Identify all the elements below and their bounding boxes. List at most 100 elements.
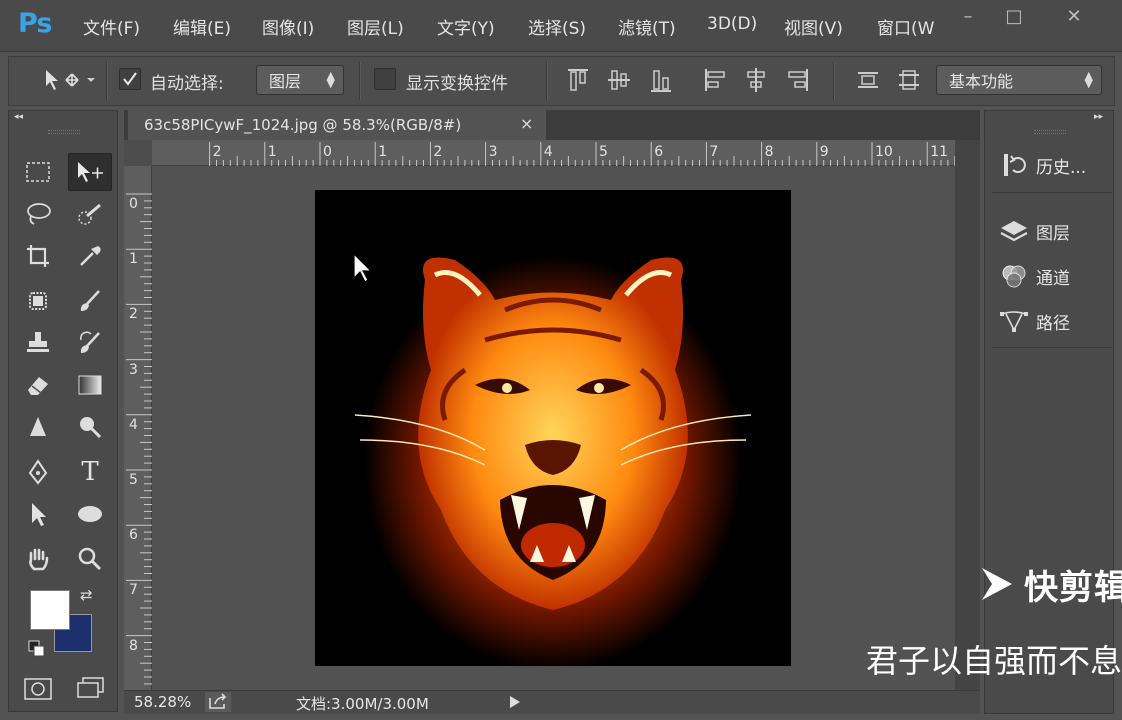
menu-edit[interactable]: 编辑(E) [173,14,231,39]
sharpen-icon [30,417,46,436]
ruler-origin[interactable] [124,140,152,166]
brush-tool[interactable] [68,282,112,320]
ellipse-icon [78,506,102,522]
stamp-icon [27,332,49,352]
minimize-button[interactable]: – [946,4,990,28]
menu-type[interactable]: 文字(Y) [437,14,495,39]
marquee-tool[interactable] [16,153,60,191]
pen-tool[interactable] [16,453,60,491]
move-tool-icon [78,162,103,182]
ruler-top-label: 4 [543,144,553,160]
workspace-value: 基本功能 [949,72,1014,91]
menu-3d[interactable]: 3D(D) [707,14,757,34]
menu-view[interactable]: 视图(V) [784,14,843,39]
history-brush-icon [79,331,100,353]
align-bottom-icon[interactable] [648,66,674,94]
app-logo: Ps [18,8,52,39]
ruler-top-label: 9 [819,144,829,160]
collapse-panels-icon[interactable]: ▸▸ [1094,112,1103,122]
ruler-top-label: 6 [654,144,664,160]
panel-paths[interactable]: 路径 [992,302,1112,340]
close-button[interactable]: ✕ [1052,4,1096,28]
ruler-left-label: 4 [129,416,138,433]
panel-channels[interactable]: 通道 [992,257,1112,295]
panel-layers[interactable]: 图层 [992,212,1112,250]
quick-mask-icon[interactable] [24,678,52,704]
marquee-icon [26,162,50,182]
dodge-icon [80,417,102,439]
type-tool[interactable]: T [68,453,112,491]
menu-window[interactable]: 窗口(W [877,14,939,39]
dropdown-arrows-icon: ▲ ▼ [326,69,335,90]
crop-tool[interactable] [16,237,60,275]
hand-icon [29,548,49,571]
align-vcenter-icon[interactable] [606,66,632,94]
distribute-vcenter-icon[interactable] [896,66,922,94]
dodge-tool[interactable] [68,408,112,446]
menu-select[interactable]: 选择(S) [528,14,586,39]
ruler-left-label: 2 [129,306,138,323]
align-right-icon[interactable] [785,66,811,94]
status-bar [124,690,980,714]
ruler-top-label: 2 [433,144,443,160]
auto-select-target-dropdown[interactable]: 图层 ▲ ▼ [256,65,344,95]
brush-icon [80,290,100,311]
menu-layer[interactable]: 图层(L) [347,14,404,39]
mouse-cursor-icon [352,252,374,288]
swap-colors-icon[interactable]: ⇄ [80,586,93,604]
sharpen-tool[interactable] [16,408,60,446]
stamp-tool[interactable] [16,324,60,362]
panel-grip[interactable] [1034,130,1066,134]
healing-tool[interactable] [16,282,60,320]
screen-mode-icon[interactable] [76,676,106,704]
layers-icon [1000,221,1028,242]
foreground-color-swatch[interactable] [30,590,70,630]
status-menu-arrow-icon[interactable] [510,696,520,708]
menu-file[interactable]: 文件(F) [83,14,140,39]
gradient-tool[interactable] [68,366,112,404]
move-tool[interactable] [68,153,112,191]
panel-paths-label: 路径 [1036,313,1070,334]
paths-icon [1000,311,1028,332]
eyedropper-icon [80,246,101,266]
hand-tool[interactable] [16,540,60,578]
show-transform-label: 显示变换控件 [406,74,508,94]
eyedropper-tool[interactable] [68,237,112,275]
zoom-tool[interactable] [68,540,112,578]
share-icon[interactable] [205,692,231,712]
path-select-tool[interactable] [16,495,60,533]
quick-select-icon [78,203,101,225]
document-tab[interactable]: 63c58PICywF_1024.jpg @ 58.3%(RGB/8#) [128,110,546,140]
workspace-dropdown[interactable]: 基本功能 ▲ ▼ [936,65,1102,95]
ruler-top-label: 3 [488,144,498,160]
show-transform-checkbox[interactable] [374,68,396,90]
quick-select-tool[interactable] [68,195,112,233]
toolbox-grip[interactable] [48,130,80,134]
menu-filter[interactable]: 滤镜(T) [618,14,676,39]
align-left-icon[interactable] [702,66,728,94]
pen-icon [28,459,48,485]
panel-layers-label: 图层 [1036,223,1070,244]
document-image[interactable] [315,190,791,666]
auto-select-checkbox[interactable] [119,68,141,90]
ellipse-tool[interactable] [68,495,112,533]
maximize-button[interactable]: □ [992,4,1036,28]
move-tool-preset-button[interactable] [40,64,100,96]
channels-icon [1002,265,1026,288]
document-tab-close-button[interactable]: × [520,114,533,133]
history-panel-icon [1004,154,1026,176]
document-tab-title: 63c58PICywF_1024.jpg @ 58.3%(RGB/8#) [144,116,462,134]
distribute-top-icon[interactable] [855,66,881,94]
align-top-icon[interactable] [565,66,591,94]
eraser-tool[interactable] [16,366,60,404]
default-colors-icon[interactable] [28,640,46,662]
panel-history-label: 历史... [1036,157,1087,178]
lasso-tool[interactable] [16,195,60,233]
collapse-toolbox-icon[interactable]: ◂◂ [14,112,23,122]
menu-image[interactable]: 图像(I) [262,14,314,39]
panel-history[interactable]: 历史... [992,146,1112,184]
history-brush-tool[interactable] [68,324,112,362]
zoom-level[interactable]: 58.28% [134,693,191,711]
align-hcenter-icon[interactable] [743,66,769,94]
ruler-left-label: 8 [129,637,138,654]
